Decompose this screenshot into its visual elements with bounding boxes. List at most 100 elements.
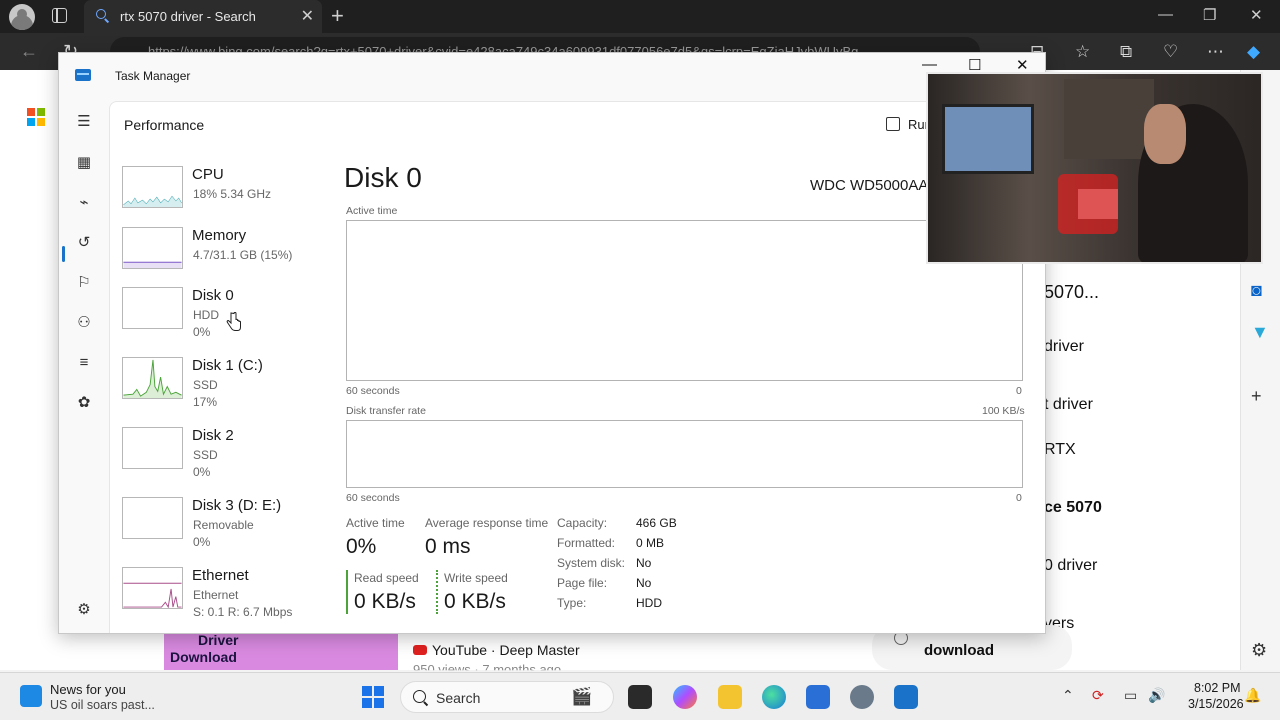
- taskbar-app-file-explorer-icon[interactable]: [718, 685, 742, 709]
- notifications-icon[interactable]: 🔔: [1244, 687, 1261, 704]
- performance-icon[interactable]: ⌁: [75, 194, 93, 212]
- volume-icon[interactable]: 🔊: [1148, 687, 1165, 704]
- processes-icon[interactable]: ▦: [75, 154, 93, 172]
- perf-item-disk-0[interactable]: Disk 0 HDD 0%: [122, 287, 322, 349]
- favorites-icon[interactable]: ☆: [1075, 42, 1090, 62]
- perf-item-usage: 0%: [193, 325, 211, 339]
- users-icon[interactable]: ⚇: [75, 314, 93, 332]
- webcam-shelf: [1064, 79, 1154, 159]
- show-hidden-icons-icon[interactable]: ⌃: [1062, 687, 1074, 704]
- new-tab-button[interactable]: +: [331, 3, 344, 29]
- property-value: 0 MB: [636, 536, 665, 550]
- webcam-overlay: [926, 72, 1263, 264]
- hamburger-menu-icon[interactable]: ☰: [75, 113, 93, 131]
- graph-time-span: 60 seconds: [346, 492, 400, 504]
- overlay-minimize-icon[interactable]: —: [922, 56, 937, 73]
- search-icon: [413, 690, 426, 703]
- microsoft-logo-icon[interactable]: [27, 108, 45, 126]
- clock-date[interactable]: 3/15/2026: [1188, 697, 1244, 711]
- window-title: Task Manager: [115, 69, 191, 83]
- taskbar-search-box[interactable]: Search 🎬: [400, 681, 614, 713]
- taskbar-app-task-manager-icon[interactable]: [894, 685, 918, 709]
- perf-item-cpu[interactable]: CPU 18% 5.34 GHz: [122, 166, 322, 228]
- taskbar-app-settings-icon[interactable]: [850, 685, 874, 709]
- result-snippet[interactable]: t driver: [1044, 396, 1093, 414]
- tab-actions-icon[interactable]: [52, 8, 67, 23]
- taskbar-search-placeholder: Search: [436, 690, 481, 706]
- perf-item-disk-2[interactable]: Disk 2 SSD 0%: [122, 427, 322, 489]
- run-task-icon: [886, 117, 900, 131]
- copilot-icon[interactable]: ◆: [1247, 42, 1260, 62]
- back-arrow-icon[interactable]: ←: [20, 41, 38, 62]
- webcam-red-light: [1058, 174, 1118, 234]
- restore-button[interactable]: ❐: [1203, 6, 1216, 24]
- taskbar-app-store-icon[interactable]: [806, 685, 830, 709]
- settings-gear-icon[interactable]: ⚙: [1251, 640, 1267, 661]
- result-snippet[interactable]: driver: [1044, 338, 1084, 356]
- search-icon: [96, 9, 106, 19]
- browser-tab-active[interactable]: rtx 5070 driver - Search ✕: [84, 0, 322, 33]
- tab-close-button[interactable]: ✕: [301, 6, 314, 26]
- page-title: Performance: [124, 117, 205, 133]
- result-snippet[interactable]: RTX: [1044, 441, 1076, 459]
- browser-essentials-icon[interactable]: ♡: [1163, 42, 1178, 62]
- minimize-button[interactable]: —: [1158, 6, 1173, 23]
- perf-item-usage: 0%: [193, 535, 211, 549]
- perf-item-name: Disk 2: [192, 427, 234, 444]
- video-source-text: YouTube · Deep Master: [432, 642, 580, 658]
- perf-item-detail: Removable: [193, 518, 254, 532]
- transfer-rate-graph-label: Disk transfer rate: [346, 405, 426, 417]
- stat-label: Read speed: [354, 571, 419, 585]
- taskbar-app-edge-icon[interactable]: [762, 685, 786, 709]
- details-icon[interactable]: ≡: [75, 354, 93, 372]
- close-button[interactable]: ✕: [1250, 6, 1263, 24]
- outlook-icon[interactable]: ◙: [1251, 280, 1262, 301]
- perf-item-memory[interactable]: Memory 4.7/31.1 GB (15%): [122, 227, 322, 289]
- result-snippet[interactable]: ce 5070: [1044, 499, 1102, 517]
- search-highlight-icon: 🎬: [571, 687, 593, 706]
- drop-icon[interactable]: ▼: [1251, 322, 1269, 343]
- network-icon[interactable]: ▭: [1124, 687, 1137, 704]
- task-manager-window: Task Manager ☰ ▦ ⌁ ↺ ⚐ ⚇ ≡ ✿ ⚙ Performan…: [58, 52, 1046, 634]
- task-manager-nav: ☰ ▦ ⌁ ↺ ⚐ ⚇ ≡ ✿ ⚙: [59, 101, 109, 633]
- run-new-task-button[interactable]: Run: [886, 117, 932, 132]
- taskbar-app-terminal-icon[interactable]: [628, 685, 652, 709]
- taskbar-app-copilot-icon[interactable]: [673, 685, 697, 709]
- news-widget-icon[interactable]: [20, 685, 42, 707]
- task-manager-icon: [75, 69, 91, 81]
- news-widget-headline[interactable]: US oil soars past...: [50, 698, 155, 712]
- property-label: Type:: [557, 596, 587, 610]
- profile-avatar[interactable]: [9, 4, 35, 30]
- clock-time[interactable]: 8:02 PM: [1194, 681, 1241, 695]
- graph-time-span: 60 seconds: [346, 385, 400, 397]
- perf-item-name: Disk 1 (C:): [192, 357, 263, 374]
- collections-icon[interactable]: ⧉: [1120, 42, 1132, 62]
- start-button[interactable]: [362, 686, 384, 708]
- perf-item-name: Disk 3 (D: E:): [192, 497, 282, 514]
- graph-min-value: 0: [1016, 385, 1022, 397]
- result-snippet[interactable]: 0 driver: [1044, 557, 1097, 575]
- perf-item-detail: Ethernet: [193, 588, 239, 602]
- settings-gear-icon[interactable]: ⚙: [75, 601, 93, 619]
- video-source[interactable]: YouTube · Deep Master: [413, 642, 580, 658]
- youtube-icon: [413, 645, 427, 655]
- stat-value: 0%: [346, 535, 377, 558]
- tray-app-icon[interactable]: ⟳: [1092, 687, 1104, 704]
- perf-item-disk-3[interactable]: Disk 3 (D: E:) Removable 0%: [122, 497, 322, 559]
- perf-item-detail: HDD: [193, 308, 219, 322]
- perf-item-name: Disk 0: [192, 287, 234, 304]
- video-thumbnail[interactable]: Driver Download: [164, 632, 398, 670]
- services-icon[interactable]: ✿: [75, 394, 93, 412]
- transfer-rate-max: 100 KB/s: [982, 405, 1025, 417]
- perf-item-ethernet[interactable]: Ethernet Ethernet S: 0.1 R: 6.7 Mbps: [122, 567, 322, 629]
- news-widget-title[interactable]: News for you: [50, 682, 126, 697]
- more-options-icon[interactable]: ⋯: [1207, 42, 1224, 62]
- perf-item-disk-1[interactable]: Disk 1 (C:) SSD 17%: [122, 357, 322, 419]
- add-icon[interactable]: +: [1251, 386, 1262, 407]
- perf-item-detail: 4.7/31.1 GB (15%): [193, 248, 293, 262]
- result-snippet[interactable]: 5070...: [1044, 282, 1099, 303]
- property-label: Capacity:: [557, 516, 608, 530]
- disk-0-graph-thumbnail: [122, 287, 183, 329]
- startup-apps-icon[interactable]: ⚐: [75, 274, 93, 292]
- app-history-icon[interactable]: ↺: [75, 234, 93, 252]
